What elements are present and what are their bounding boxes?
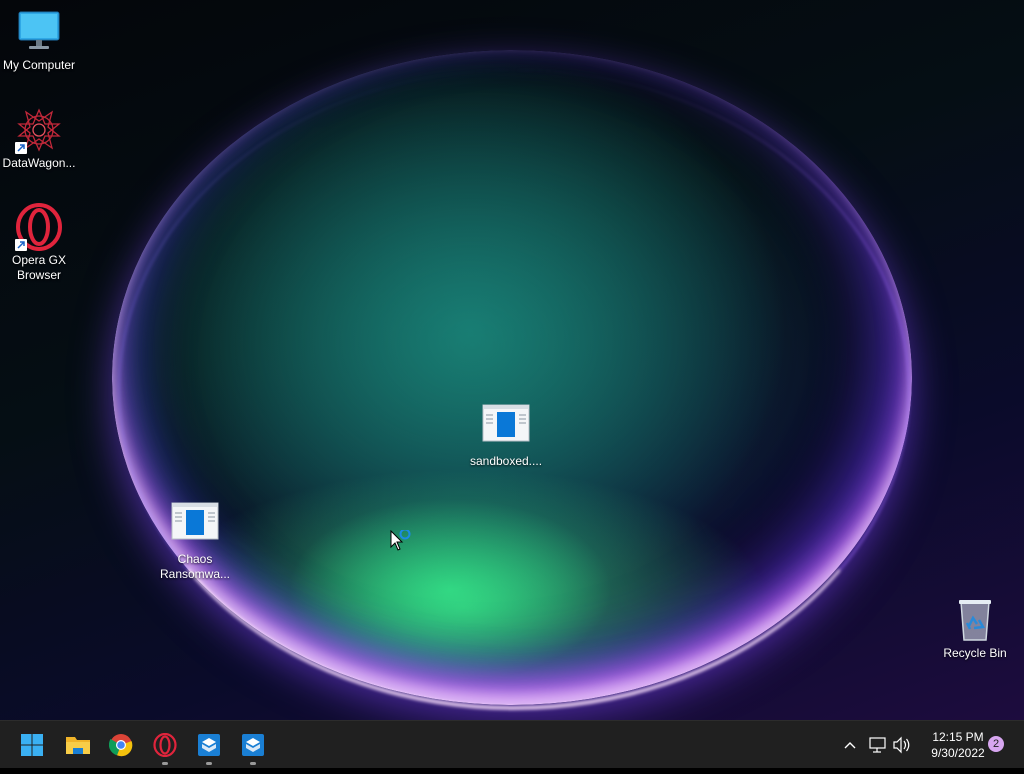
desktop-icon-datawagon[interactable]: DataWagon... [0, 106, 78, 171]
desktop-icon-label: Recycle Bin [943, 646, 1007, 660]
monitor-icon [15, 8, 63, 56]
notification-badge[interactable]: 2 [988, 736, 1004, 752]
running-indicator [206, 762, 212, 765]
chevron-up-icon [844, 742, 856, 749]
speaker-icon [893, 736, 910, 754]
desktop-icon-recycle-bin[interactable]: Recycle Bin [936, 596, 1014, 661]
clock-button[interactable]: 12:15 PM 9/30/2022 [918, 729, 998, 761]
application-window-icon [171, 502, 219, 550]
opera-gx-icon [153, 733, 177, 757]
recycle-bin-icon [951, 596, 999, 644]
desktop-icon-opera-gx[interactable]: Opera GX Browser [0, 203, 78, 283]
show-hidden-icons-button[interactable] [838, 721, 862, 769]
windows-start-icon [21, 734, 43, 756]
sandbox-box-icon [198, 734, 220, 756]
running-indicator [250, 762, 256, 765]
desktop-icon-label: DataWagon... [2, 156, 76, 170]
busy-cursor-icon [390, 528, 414, 559]
clock-time: 12:15 PM [932, 730, 984, 744]
opera-gx-icon [15, 203, 63, 251]
desktop-icon-label: sandboxed.... [469, 454, 543, 468]
taskbar-sandbox-app-1[interactable] [191, 727, 227, 765]
taskbar: 12:15 PM 9/30/2022 [0, 720, 1024, 768]
start-button[interactable] [14, 727, 50, 763]
desktop-icon-my-computer[interactable]: My Computer [0, 8, 78, 73]
folder-icon [66, 737, 90, 754]
application-window-icon [482, 404, 530, 452]
desktop-icon-chaos-ransomware[interactable]: Chaos Ransomwa... [156, 502, 234, 582]
network-icon [869, 737, 886, 753]
taskbar-opera-gx[interactable] [147, 727, 183, 765]
desktop-icon-label: My Computer [2, 58, 76, 72]
shortcut-arrow-icon [15, 239, 27, 251]
running-indicator [162, 762, 168, 765]
chrome-icon [109, 734, 133, 757]
taskbar-file-explorer[interactable] [59, 727, 95, 763]
desktop-icon-label: Chaos Ransomwa... [159, 552, 231, 581]
desktop-icon-sandboxed[interactable]: sandboxed.... [467, 404, 545, 469]
desktop-wallpaper [0, 0, 1024, 720]
wallpaper-bloom-rim [118, 70, 910, 710]
network-button[interactable] [866, 721, 890, 769]
taskbar-chrome[interactable] [103, 727, 139, 763]
desktop-icon-label: Opera GX Browser [11, 253, 67, 282]
clock-date: 9/30/2022 [931, 746, 985, 760]
datawagon-app-icon [15, 106, 63, 154]
shortcut-arrow-icon [15, 142, 27, 154]
taskbar-sandbox-app-2[interactable] [235, 727, 271, 765]
volume-button[interactable] [890, 721, 914, 769]
sandbox-box-icon [242, 734, 264, 756]
